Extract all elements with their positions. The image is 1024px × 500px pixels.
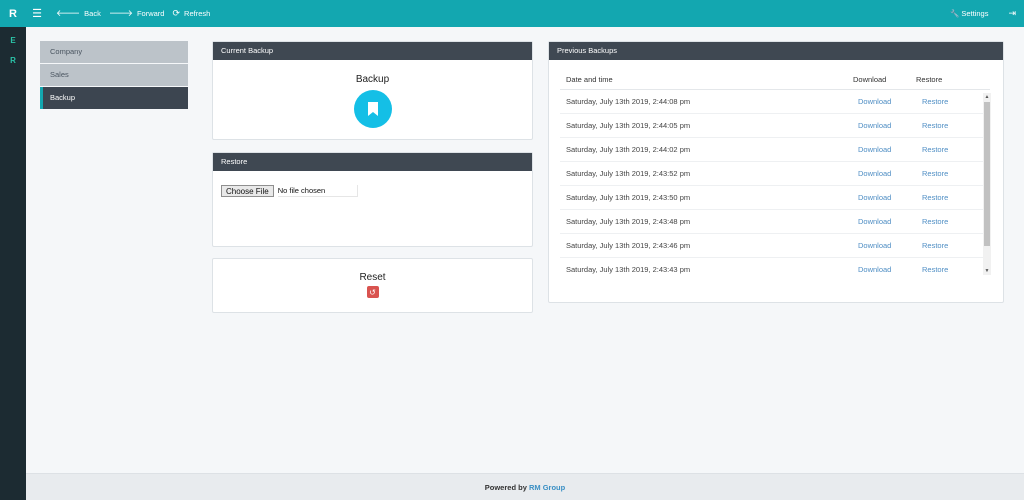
scroll-down-icon[interactable]: ▼ (983, 267, 991, 275)
row-date: Saturday, July 13th 2019, 2:44:05 pm (566, 121, 691, 130)
footer-prefix: Powered by (484, 483, 527, 492)
current-backup-panel: Current Backup Backup (212, 41, 533, 140)
column-date: Date and time (566, 75, 613, 84)
reset-button[interactable]: ↺ (366, 286, 379, 298)
row-date: Saturday, July 13th 2019, 2:43:52 pm (566, 169, 691, 178)
file-status: No file chosen (277, 185, 358, 197)
left-rail: E R (0, 27, 26, 500)
table-row: Saturday, July 13th 2019, 2:44:08 pm Dow… (560, 90, 990, 114)
rail-item-r[interactable]: R (0, 55, 26, 67)
back-button[interactable]: 🡐 Back (56, 8, 101, 19)
nav-item-company[interactable]: Company (40, 41, 188, 63)
row-date: Saturday, July 13th 2019, 2:44:08 pm (566, 97, 691, 106)
column-restore: Restore (916, 75, 943, 84)
file-picker: Choose File No file chosen (221, 185, 532, 197)
nav-item-sales[interactable]: Sales (40, 64, 188, 86)
column-download: Download (853, 75, 887, 84)
restore-link[interactable]: Restore (922, 121, 948, 130)
settings-label: Settings (961, 9, 989, 18)
top-navbar: R ☰ 🡐 Back 🡒 Forward ⟳ Refresh 🔧 Setting… (0, 0, 1024, 27)
table-row: Saturday, July 13th 2019, 2:43:43 pm Dow… (560, 258, 990, 276)
restore-link[interactable]: Restore (922, 97, 948, 106)
arrow-left-icon: 🡐 (56, 8, 81, 18)
row-date: Saturday, July 13th 2019, 2:43:46 pm (566, 241, 691, 250)
arrow-right-icon: 🡒 (108, 8, 133, 18)
row-date: Saturday, July 13th 2019, 2:43:50 pm (566, 193, 691, 202)
undo-icon: ↺ (369, 287, 376, 297)
restore-link[interactable]: Restore (922, 169, 948, 178)
restore-link[interactable]: Restore (922, 217, 948, 226)
download-link[interactable]: Download (858, 265, 891, 274)
restore-link[interactable]: Restore (922, 241, 948, 250)
scrollbar-thumb[interactable] (984, 102, 990, 246)
settings-button[interactable]: 🔧 Settings (950, 9, 988, 18)
download-link[interactable]: Download (858, 97, 891, 106)
nav-item-backup[interactable]: Backup (40, 87, 188, 109)
scroll-up-icon[interactable]: ▲ (983, 93, 991, 101)
logout-button[interactable]: ⇥ (1008, 8, 1016, 19)
current-backup-header: Current Backup (213, 42, 532, 60)
refresh-icon: ⟳ (172, 8, 181, 18)
table-row: Saturday, July 13th 2019, 2:43:52 pm Dow… (560, 162, 990, 186)
table-header: Date and time Download Restore (560, 70, 990, 90)
wrench-icon: 🔧 (950, 9, 960, 18)
brand-logo[interactable]: R (0, 0, 26, 27)
hamburger-icon: ☰ (32, 8, 42, 20)
choose-file-button[interactable]: Choose File (221, 185, 274, 197)
table-body: Saturday, July 13th 2019, 2:44:08 pm Dow… (560, 90, 990, 276)
backup-button[interactable] (353, 90, 392, 128)
row-date: Saturday, July 13th 2019, 2:44:02 pm (566, 145, 691, 154)
restore-link[interactable]: Restore (922, 193, 948, 202)
restore-link[interactable]: Restore (922, 145, 948, 154)
table-row: Saturday, July 13th 2019, 2:43:46 pm Dow… (560, 234, 990, 258)
table-row: Saturday, July 13th 2019, 2:43:48 pm Dow… (560, 210, 990, 234)
menu-toggle-button[interactable]: ☰ (26, 0, 48, 27)
forward-label: Forward (136, 9, 165, 18)
table-row: Saturday, July 13th 2019, 2:43:50 pm Dow… (560, 186, 990, 210)
download-link[interactable]: Download (858, 121, 891, 130)
bookmark-icon (367, 102, 378, 116)
reset-title: Reset (359, 272, 386, 283)
footer-brand-link[interactable]: RM Group (529, 483, 565, 492)
rail-item-e[interactable]: E (0, 35, 26, 47)
download-link[interactable]: Download (858, 145, 891, 154)
row-date: Saturday, July 13th 2019, 2:43:48 pm (566, 217, 691, 226)
backup-title: Backup (355, 74, 390, 85)
previous-backups-header: Previous Backups (549, 42, 1003, 60)
back-label: Back (84, 9, 101, 18)
refresh-label: Refresh (184, 9, 211, 18)
sign-out-icon: ⇥ (1008, 8, 1016, 18)
reset-panel: Reset ↺ (212, 258, 533, 313)
download-link[interactable]: Download (858, 169, 891, 178)
table-row: Saturday, July 13th 2019, 2:44:05 pm Dow… (560, 114, 990, 138)
download-link[interactable]: Download (858, 217, 891, 226)
table-row: Saturday, July 13th 2019, 2:44:02 pm Dow… (560, 138, 990, 162)
backups-table: Date and time Download Restore Saturday,… (560, 70, 990, 276)
restore-link[interactable]: Restore (922, 265, 948, 274)
footer: Powered by RM Group (26, 473, 1024, 500)
row-date: Saturday, July 13th 2019, 2:43:43 pm (566, 265, 691, 274)
restore-header: Restore (213, 153, 532, 171)
table-scrollbar[interactable]: ▲ ▼ (983, 93, 991, 275)
settings-nav: Company Sales Backup (40, 41, 188, 110)
forward-button[interactable]: 🡒 Forward (109, 8, 165, 19)
refresh-button[interactable]: ⟳ Refresh (172, 8, 210, 19)
download-link[interactable]: Download (858, 241, 891, 250)
previous-backups-panel: Previous Backups Date and time Download … (548, 41, 1004, 303)
download-link[interactable]: Download (858, 193, 891, 202)
restore-panel: Restore Choose File No file chosen (212, 152, 533, 247)
